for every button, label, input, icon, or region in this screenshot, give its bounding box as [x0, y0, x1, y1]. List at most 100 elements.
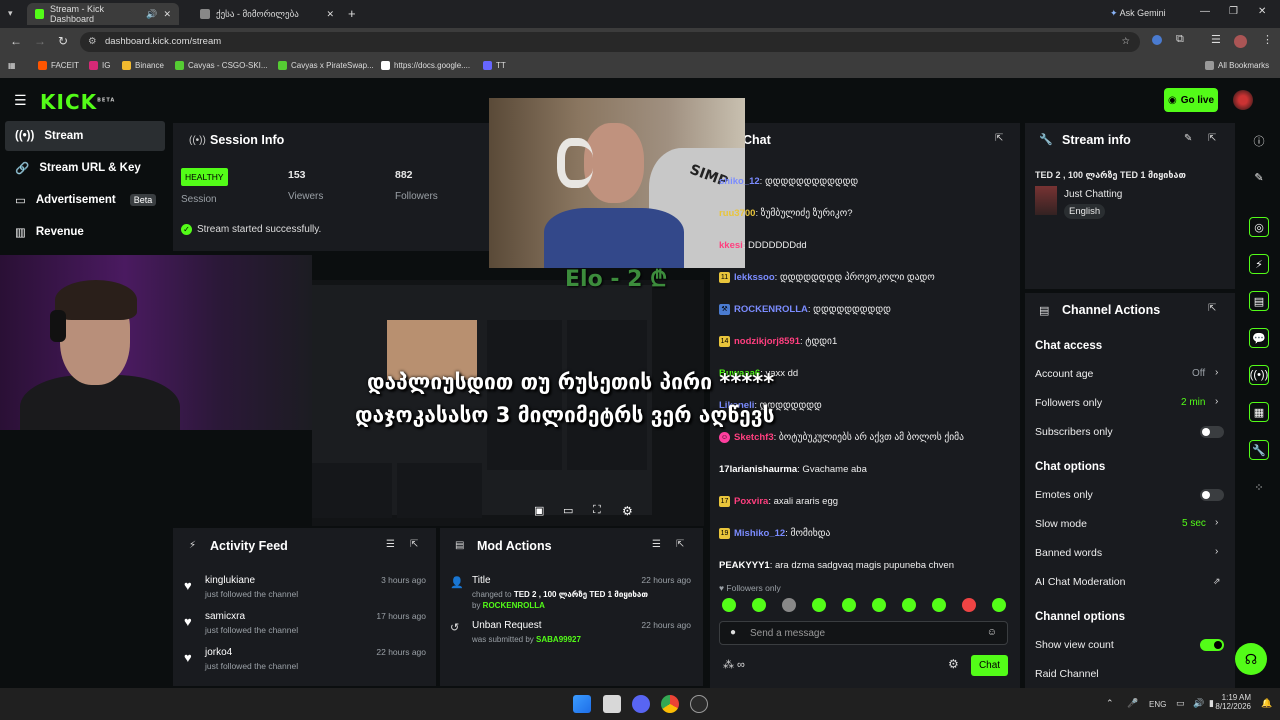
sidebar-item-revenue[interactable]: ▥ Revenue — [5, 217, 165, 247]
ai-moderation-row[interactable]: AI Chat Moderation — [1035, 576, 1125, 588]
popout-icon[interactable]: ⇱ — [410, 539, 418, 550]
bookmark-cavyas-pirate[interactable]: Cavyas x PirateSwap... — [278, 61, 374, 70]
go-live-button[interactable]: ◉ Go live — [1164, 88, 1218, 112]
chevron-right-icon[interactable]: › — [1215, 367, 1218, 378]
hamburger-menu-icon[interactable]: ☰ — [14, 92, 27, 109]
support-button[interactable]: ☊ — [1235, 643, 1267, 675]
followers-only-row[interactable]: Followers only — [1035, 397, 1102, 409]
chevron-up-icon[interactable]: ⌃ — [1106, 698, 1114, 709]
popout-icon[interactable]: ⇱ — [995, 133, 1003, 144]
category-name[interactable]: Just Chatting — [1064, 189, 1122, 200]
language-indicator[interactable]: ENG — [1149, 700, 1166, 709]
all-bookmarks[interactable]: All Bookmarks — [1205, 61, 1269, 70]
emote-icon[interactable] — [992, 598, 1006, 612]
file-explorer-icon[interactable] — [603, 695, 621, 713]
steam-icon[interactable] — [690, 695, 708, 713]
filter-icon[interactable]: ☰ — [386, 539, 395, 550]
browser-menu-icon[interactable]: ⋮ — [1262, 33, 1273, 46]
forward-icon[interactable]: → — [34, 34, 46, 48]
activity-username[interactable]: jorko4 — [205, 647, 232, 658]
sidebar-item-advertisement[interactable]: ▭ Advertisement Beta — [5, 185, 165, 215]
chat-bubble-icon[interactable]: 💬 — [1249, 328, 1269, 348]
user-avatar[interactable] — [1233, 90, 1253, 110]
emote-icon[interactable] — [962, 598, 976, 612]
info-icon[interactable]: ⓘ — [1249, 131, 1269, 151]
emote-icon[interactable] — [782, 598, 796, 612]
banned-words-row[interactable]: Banned words — [1035, 547, 1102, 559]
chat-settings-icon[interactable]: ⚙ — [948, 657, 959, 671]
bookmark-cavyas[interactable]: Cavyas - CSGO-SKI... — [175, 61, 268, 70]
lightning-icon[interactable]: ⚡ — [1249, 254, 1269, 274]
slow-mode-row[interactable]: Slow mode — [1035, 518, 1087, 530]
theater-icon[interactable]: ▭ — [563, 504, 573, 517]
bookmark-star-icon[interactable]: ☆ — [1121, 32, 1130, 52]
window-close-icon[interactable]: ✕ — [1258, 6, 1266, 17]
chevron-right-icon[interactable]: › — [1215, 396, 1218, 407]
new-tab-icon[interactable]: + — [348, 6, 356, 21]
popout-icon[interactable]: ⇱ — [676, 539, 684, 550]
microphone-icon[interactable]: 🎤 — [1127, 698, 1138, 709]
popout-icon[interactable]: ⇱ — [1208, 303, 1216, 314]
bookmark-binance[interactable]: Binance — [122, 61, 164, 70]
subscribers-only-toggle[interactable] — [1200, 426, 1224, 438]
minimize-icon[interactable]: — — [1200, 6, 1210, 17]
sidebar-item-stream[interactable]: ((•)) Stream — [5, 121, 165, 151]
activity-username[interactable]: kinglukiane — [205, 575, 255, 586]
smiley-icon[interactable]: ☺ — [987, 627, 997, 638]
chevron-right-icon[interactable]: › — [1215, 546, 1218, 557]
camera-icon[interactable]: ◎ — [1249, 217, 1269, 237]
emote-icon[interactable] — [902, 598, 916, 612]
chat-username[interactable]: Sketchf3 — [734, 432, 774, 443]
profile-avatar[interactable] — [1234, 35, 1247, 48]
emote-icon[interactable] — [872, 598, 886, 612]
activity-username[interactable]: samicxra — [205, 611, 245, 622]
filter-icon[interactable]: ☰ — [652, 539, 661, 550]
notifications-icon[interactable]: 🔔 — [1261, 698, 1272, 709]
bookmark-ig[interactable]: IG — [89, 61, 110, 70]
chat-username[interactable]: lekkssoo — [734, 272, 775, 283]
chat-username[interactable]: ruu3700 — [719, 208, 755, 219]
chat-username[interactable]: shiko_12 — [719, 176, 760, 187]
chat-username[interactable]: nodzikjorj8591 — [734, 336, 800, 347]
extensions-puzzle-icon[interactable]: ⧉ — [1176, 33, 1184, 46]
tab-list-icon[interactable]: ▾ — [8, 8, 13, 19]
tab-kick-dashboard[interactable]: Stream - Kick Dashboard 🔊 ✕ — [27, 3, 179, 25]
raid-channel-row[interactable]: Raid Channel — [1035, 668, 1099, 680]
chat-tools-icon[interactable]: ⁂ ∞ — [723, 658, 745, 671]
network-icon[interactable]: ▭ — [1176, 698, 1185, 709]
bookmark-faceit[interactable]: FACEIT — [38, 61, 79, 70]
speaker-icon[interactable]: 🔊 — [1193, 698, 1204, 709]
chat-username[interactable]: Poxvira — [734, 496, 768, 507]
edit-icon[interactable]: ✎ — [1184, 133, 1192, 144]
pip-icon[interactable]: ▣ — [534, 504, 544, 517]
emotes-only-toggle[interactable] — [1200, 489, 1224, 501]
tab-second[interactable]: ქესა - მიმორილება ✕ — [192, 3, 342, 25]
site-info-icon[interactable]: ⚙ — [88, 32, 97, 52]
reload-icon[interactable]: ↻ — [58, 34, 68, 48]
extension-icon[interactable] — [1152, 35, 1162, 45]
chat-username[interactable]: Mishiko_12 — [734, 528, 785, 539]
media-icon[interactable]: ☰ — [1211, 33, 1221, 46]
back-icon[interactable]: ← — [10, 34, 22, 48]
chat-input[interactable]: ● Send a message ☺ — [719, 621, 1008, 645]
discord-icon[interactable] — [632, 695, 650, 713]
clipboard-icon[interactable]: ▤ — [1249, 291, 1269, 311]
emote-icon[interactable] — [812, 598, 826, 612]
settings-icon[interactable]: ⚙ — [622, 504, 633, 518]
wrench-icon[interactable]: 🔧 — [1249, 440, 1269, 460]
emote-icon[interactable] — [932, 598, 946, 612]
pencil-icon[interactable]: ✎ — [1249, 167, 1269, 187]
chat-username[interactable]: ROCKENROLLA — [734, 304, 808, 315]
url-input[interactable]: ⚙ dashboard.kick.com/stream ☆ — [80, 32, 1140, 52]
emote-picker-icon[interactable]: ● — [730, 627, 736, 638]
sidebar-item-stream-url[interactable]: 🔗 Stream URL & Key — [5, 153, 165, 183]
kick-logo[interactable]: KICKBETA — [40, 90, 115, 114]
popout-icon[interactable]: ⇱ — [1208, 133, 1216, 144]
external-link-icon[interactable]: ⇗ — [1213, 576, 1221, 587]
close-icon[interactable]: ✕ — [326, 9, 334, 20]
restore-icon[interactable]: ❐ — [1229, 6, 1238, 17]
fullscreen-icon[interactable]: ⛶ — [593, 504, 601, 517]
chrome-icon[interactable] — [661, 695, 679, 713]
bookmark-tt[interactable]: TT — [483, 61, 506, 70]
broadcast-icon[interactable]: ((•)) — [1249, 365, 1269, 385]
